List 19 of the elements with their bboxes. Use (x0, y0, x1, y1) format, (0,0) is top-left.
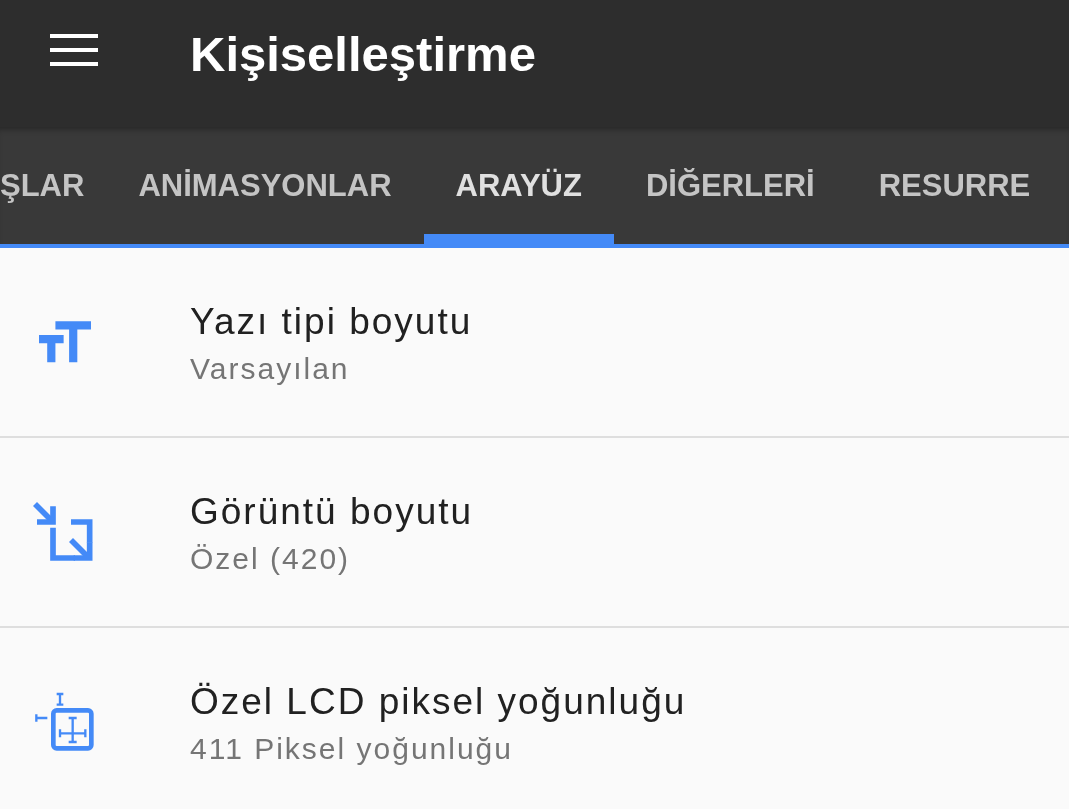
menu-icon (50, 34, 98, 66)
settings-item[interactable]: Görüntü boyutu Özel (420) (0, 438, 1069, 628)
setting-title: Yazı tipi boyutu (190, 300, 473, 344)
setting-summary: 411 Piksel yoğunluğu (190, 731, 514, 767)
tab[interactable]: ANİMASYONLAR (106, 127, 424, 244)
setting-title: Özel LCD piksel yoğunluğu (190, 680, 687, 724)
resize-arrows-icon (33, 502, 93, 562)
setting-summary: Özel (420) (190, 541, 352, 577)
tab[interactable]: ARAYÜZ (423, 127, 614, 244)
tab[interactable]: RESURRE (846, 127, 1063, 244)
text-size-icon (39, 320, 91, 364)
tab[interactable]: ŞLAR (0, 127, 107, 244)
app-title: Kişiselleştirme (190, 30, 536, 79)
setting-summary: Varsayılan (190, 351, 351, 387)
settings-item[interactable]: Yazı tipi boyutu Varsayılan (0, 248, 1069, 438)
setting-title: Görüntü boyutu (190, 490, 474, 534)
settings-item[interactable]: Özel LCD piksel yoğunluğu 411 Piksel yoğunluğu (0, 628, 1069, 809)
pixel-grid-icon (34, 692, 94, 752)
tab[interactable]: DİĞERLERİ (613, 127, 847, 244)
